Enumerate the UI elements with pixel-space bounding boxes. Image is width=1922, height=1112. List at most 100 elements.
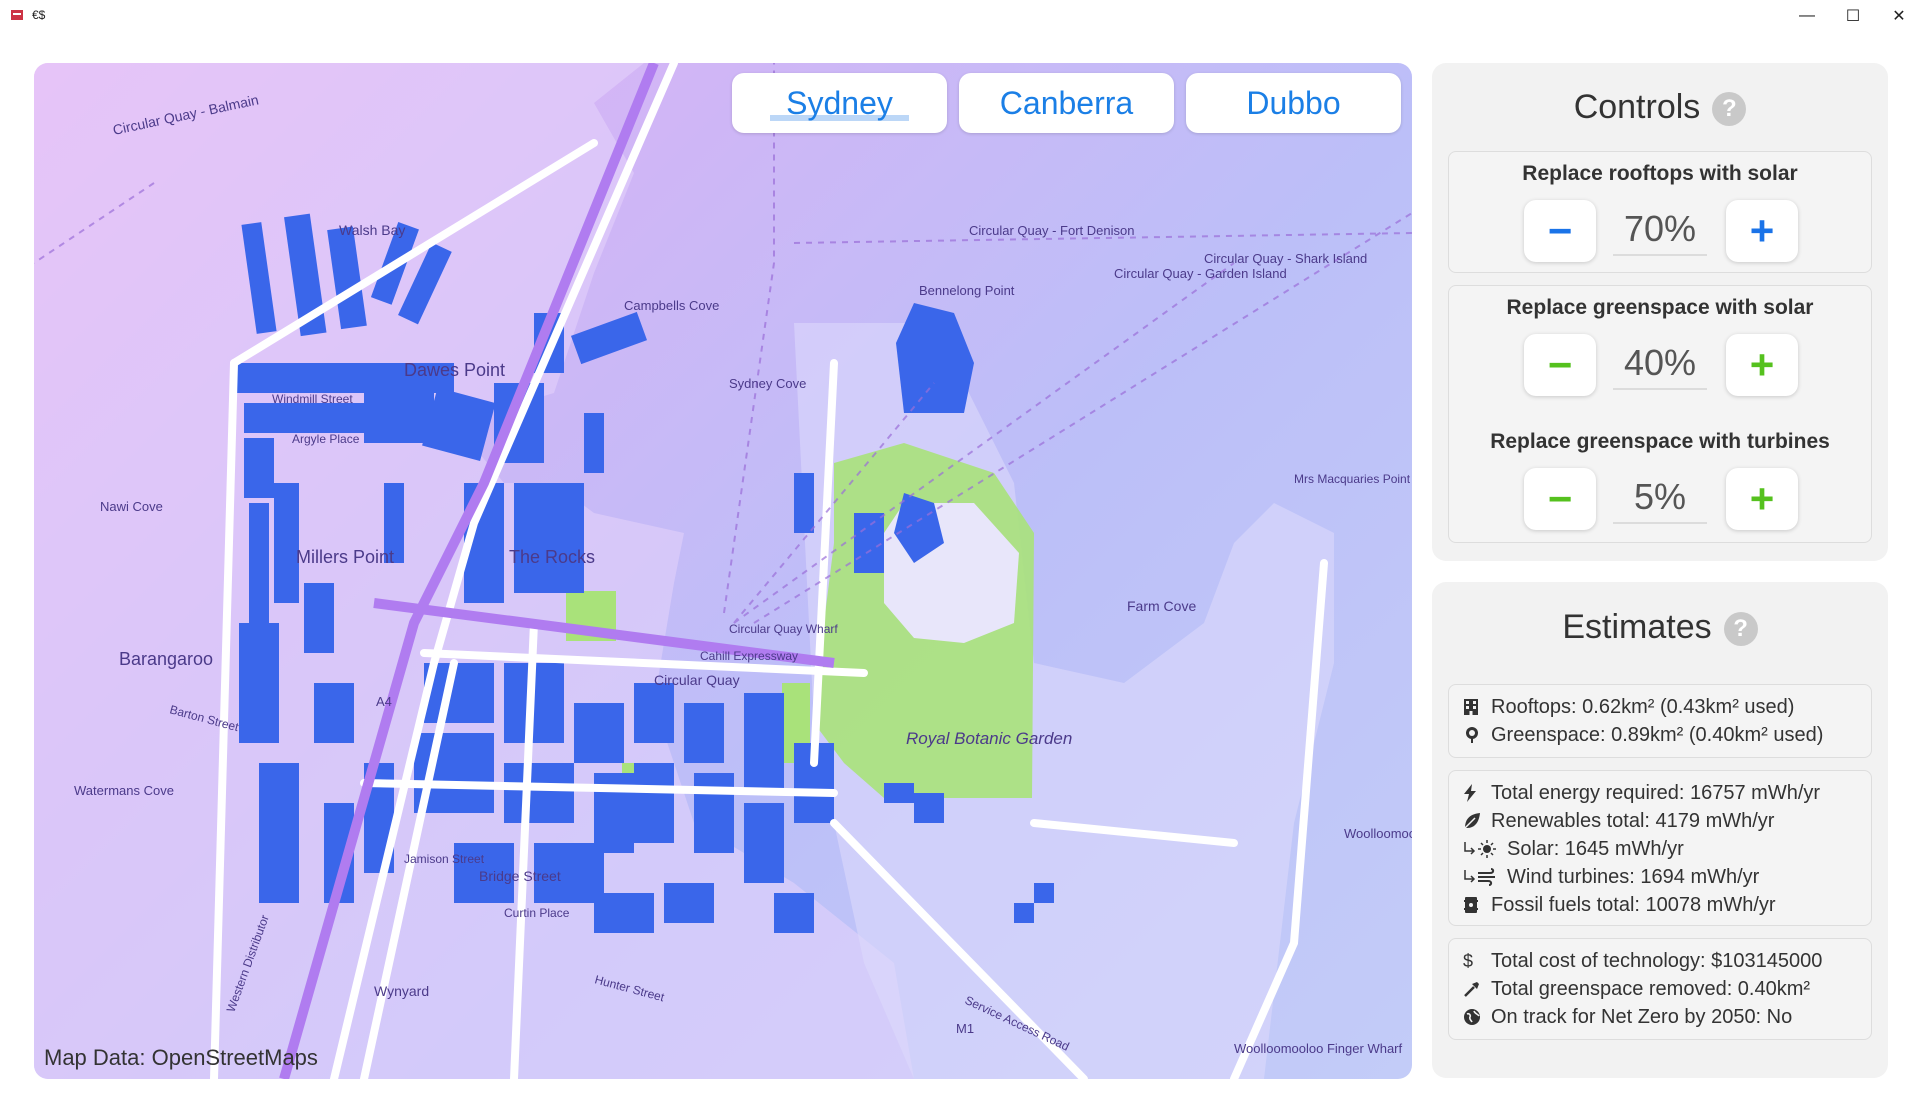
label-cahill-expressway: Cahill Expressway [700, 649, 798, 663]
label-garden-island: Circular Quay - Garden Island [1114, 266, 1287, 281]
label-sydney-cove: Sydney Cove [729, 376, 806, 391]
label-circular-quay-wharf: Circular Quay Wharf [729, 622, 838, 636]
rooftops-text: Rooftops: 0.62km² (0.43km² used) [1491, 695, 1795, 718]
rooftop-solar-control: Replace rooftops with solar − 70% + [1448, 151, 1872, 273]
label-curtin-place: Curtin Place [504, 906, 570, 920]
energy-estimates: Total energy required: 16757 mWh/yr Rene… [1448, 770, 1872, 926]
tree-icon [1463, 726, 1487, 744]
estimates-help-icon[interactable]: ? [1723, 612, 1758, 647]
greenspace-solar-stepper: − 40% + [1449, 334, 1871, 396]
controls-panel: Controls? Replace rooftops with solar − … [1432, 63, 1888, 561]
title-bar: €$ — ☐ ✕ [0, 0, 1922, 32]
tab-dubbo-label: Dubbo [1246, 84, 1341, 121]
label-mrs-macquaries-point: Mrs Macquaries Point / Yurong [1294, 472, 1412, 486]
renewables-text: Renewables total: 4179 mWh/yr [1491, 809, 1775, 832]
label-the-rocks: The Rocks [509, 547, 595, 567]
label-nawi-cove: Nawi Cove [100, 499, 163, 514]
greenspace-turbines-stepper: − 5% + [1449, 468, 1871, 530]
label-royal-botanic-garden: Royal Botanic Garden [906, 729, 1072, 748]
estimates-title: Estimates [1562, 608, 1712, 646]
rooftop-solar-label: Replace rooftops with solar [1522, 162, 1798, 185]
close-button[interactable]: ✕ [1876, 0, 1922, 32]
label-fort-denison: Circular Quay - Fort Denison [969, 223, 1134, 238]
greenspace-row: Greenspace: 0.89km² (0.40km² used) [1463, 721, 1857, 749]
net-zero-text: On track for Net Zero by 2050: No [1491, 1005, 1793, 1028]
label-shark-island: Circular Quay - Shark Island [1204, 251, 1367, 266]
sun-icon [1463, 840, 1503, 858]
minimize-button[interactable]: — [1784, 0, 1830, 32]
fossil-fuels-text: Fossil fuels total: 10078 mWh/yr [1491, 893, 1776, 916]
greenspace-turbines-decrease-button[interactable]: − [1524, 468, 1596, 530]
net-zero-row: On track for Net Zero by 2050: No [1463, 1003, 1857, 1031]
shovel-icon [1463, 980, 1487, 998]
rooftop-solar-stepper: − 70% + [1449, 200, 1871, 262]
greenspace-solar-value: 40% [1613, 338, 1707, 390]
bolt-icon [1463, 784, 1487, 802]
greenspace-turbines-increase-button[interactable]: + [1726, 468, 1798, 530]
label-circular-quay: Circular Quay [654, 672, 740, 688]
tab-sydney[interactable]: Sydney [732, 73, 947, 133]
greenspace-solar-increase-button[interactable]: + [1726, 334, 1798, 396]
label-woolloomooloo-bay: Woolloomooloo Bay [1344, 826, 1412, 841]
greenspace-removed-row: Total greenspace removed: 0.40km² [1463, 975, 1857, 1003]
total-cost-row: $ Total cost of technology: $103145000 [1463, 947, 1857, 975]
rooftop-solar-increase-button[interactable]: + [1726, 200, 1798, 262]
building-icon [1463, 698, 1487, 716]
greenspace-solar-label: Replace greenspace with solar [1506, 296, 1814, 319]
total-cost-text: Total cost of technology: $103145000 [1491, 949, 1823, 972]
solar-text: Solar: 1645 mWh/yr [1507, 837, 1684, 860]
label-millers-point: Millers Point [296, 547, 394, 567]
wind-row: Wind turbines: 1694 mWh/yr [1463, 863, 1857, 891]
label-windmill-street: Windmill Street [272, 392, 353, 406]
globe-icon [1463, 1008, 1487, 1026]
city-tabs: Sydney Canberra Dubbo [732, 73, 1401, 133]
dollar-icon: $ [1463, 950, 1474, 971]
estimates-header: Estimates? [1432, 608, 1888, 647]
wind-icon [1463, 868, 1503, 886]
map-view[interactable]: Circular Quay - Balmain Walsh Bay Dawes … [34, 63, 1412, 1079]
solar-row: Solar: 1645 mWh/yr [1463, 835, 1857, 863]
controls-header: Controls? [1432, 88, 1888, 127]
tab-sydney-label: Sydney [786, 84, 893, 121]
wind-text: Wind turbines: 1694 mWh/yr [1507, 865, 1760, 888]
tab-dubbo[interactable]: Dubbo [1186, 73, 1401, 133]
greenspace-removed-text: Total greenspace removed: 0.40km² [1491, 977, 1811, 1000]
rooftops-row: Rooftops: 0.62km² (0.43km² used) [1463, 693, 1857, 721]
label-bridge-street: Bridge Street [479, 868, 561, 884]
rooftop-solar-value: 70% [1613, 204, 1707, 256]
greenspace-turbines-label: Replace greenspace with turbines [1490, 430, 1830, 453]
greenspace-text: Greenspace: 0.89km² (0.40km² used) [1491, 723, 1824, 746]
greenspace-turbines-value: 5% [1613, 472, 1707, 524]
greenspace-control-group: Replace greenspace with solar − 40% + Re… [1448, 285, 1872, 543]
label-dawes-point: Dawes Point [404, 360, 505, 380]
label-barangaroo: Barangaroo [119, 649, 213, 669]
tab-canberra-label: Canberra [999, 84, 1134, 121]
oil-drum-icon [1463, 896, 1487, 914]
map-credit: Map Data: OpenStreetMaps [44, 1045, 318, 1070]
renewables-row: Renewables total: 4179 mWh/yr [1463, 807, 1857, 835]
label-argyle-place: Argyle Place [292, 432, 360, 446]
controls-help-icon[interactable]: ? [1712, 92, 1747, 127]
label-campbells-cove: Campbells Cove [624, 298, 719, 313]
label-bennelong-point: Bennelong Point [919, 283, 1015, 298]
window-title: €$ [32, 8, 46, 22]
maximize-button[interactable]: ☐ [1830, 0, 1876, 32]
rooftop-solar-decrease-button[interactable]: − [1524, 200, 1596, 262]
label-wynyard: Wynyard [374, 983, 429, 999]
tab-canberra[interactable]: Canberra [959, 73, 1174, 133]
total-energy-row: Total energy required: 16757 mWh/yr [1463, 779, 1857, 807]
label-finger-wharf: Woolloomooloo Finger Wharf [1234, 1041, 1402, 1056]
label-walsh-bay: Walsh Bay [339, 222, 405, 238]
fossil-fuels-row: Fossil fuels total: 10078 mWh/yr [1463, 891, 1857, 919]
label-watermans-cove: Watermans Cove [74, 783, 174, 798]
label-jamison-street: Jamison Street [404, 852, 485, 866]
greenspace-solar-decrease-button[interactable]: − [1524, 334, 1596, 396]
label-a4: A4 [376, 694, 392, 709]
leaf-icon [1463, 812, 1487, 830]
label-farm-cove: Farm Cove [1127, 598, 1196, 614]
label-m1: M1 [956, 1021, 974, 1036]
estimates-panel: Estimates? Rooftops: 0.62km² (0.43km² us… [1432, 582, 1888, 1078]
summary-estimates: $ Total cost of technology: $103145000 T… [1448, 938, 1872, 1040]
total-energy-text: Total energy required: 16757 mWh/yr [1491, 781, 1821, 804]
controls-title: Controls [1573, 88, 1701, 126]
